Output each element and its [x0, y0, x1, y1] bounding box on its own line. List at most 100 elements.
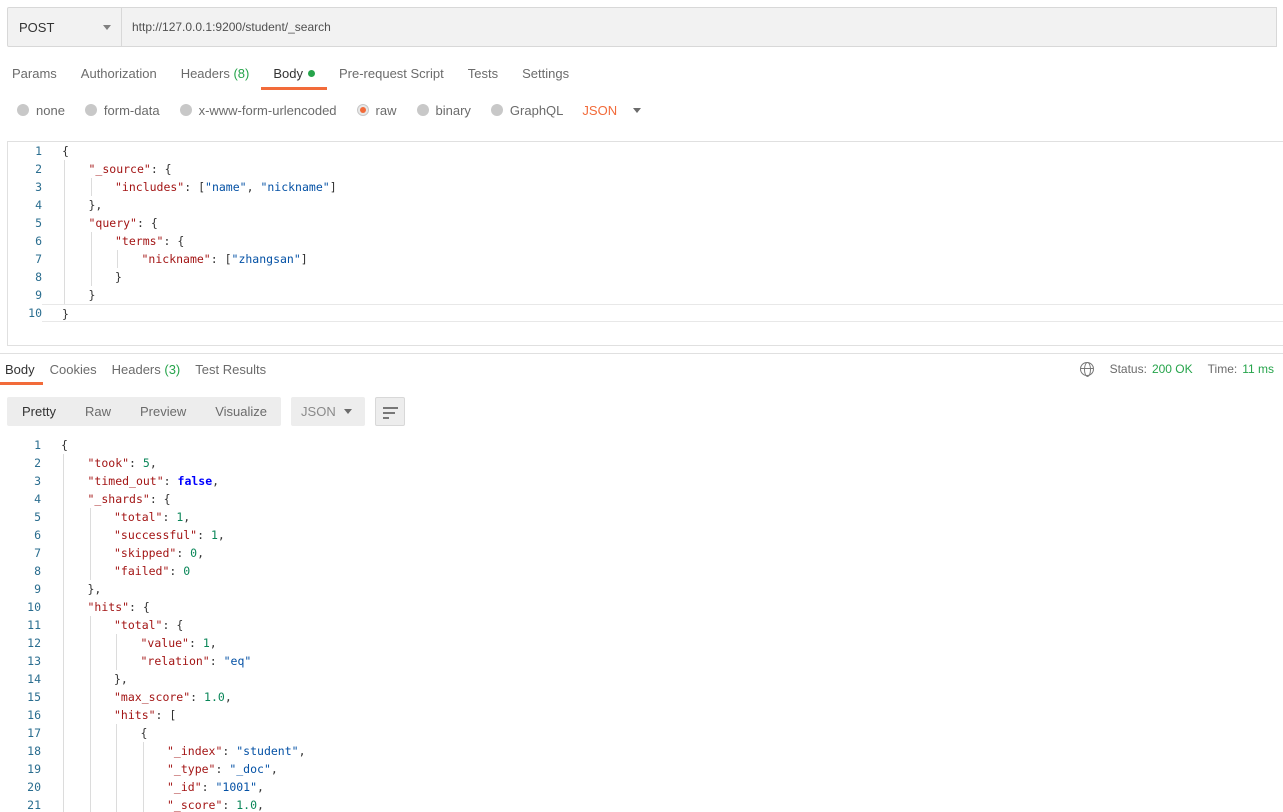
body-indicator-dot-icon: [307, 70, 315, 77]
response-format-select[interactable]: JSON: [291, 397, 366, 426]
code-line: 4 "_shards": {: [7, 490, 1283, 508]
view-preview[interactable]: Preview: [125, 397, 200, 426]
indent-guide: [89, 724, 91, 742]
line-number: 17: [27, 726, 41, 740]
time-value[interactable]: 11 ms: [1242, 362, 1274, 376]
indent-guide: [116, 742, 117, 760]
indent-guide: [63, 706, 64, 724]
radio-raw[interactable]: raw: [356, 103, 397, 118]
code-token: "includes": [115, 180, 185, 194]
line-number: 4: [34, 492, 41, 506]
radio-x-www-form-urlencoded[interactable]: x-www-form-urlencoded: [179, 103, 337, 118]
indent-guide: [63, 508, 64, 526]
tab-test-results[interactable]: Test Results: [190, 357, 274, 385]
radio-none[interactable]: none: [17, 103, 65, 118]
code-token: {: [140, 726, 148, 740]
code-token: 1: [210, 528, 218, 542]
http-method-select[interactable]: POST: [7, 7, 122, 47]
indent-guide: [89, 670, 91, 688]
line-number: 7: [35, 252, 42, 266]
radio-binary[interactable]: binary: [416, 103, 471, 118]
code-token: "max_score": [114, 690, 191, 704]
body-type-radios: none form-data x-www-form-urlencoded raw…: [0, 98, 642, 122]
indent-guide: [89, 526, 91, 544]
code-line: 11 "total": {: [7, 616, 1283, 634]
code-text: "total": 1,: [41, 508, 1283, 526]
indent-guide: [63, 490, 64, 508]
code-token: :: [215, 762, 230, 776]
code-text: "_id": "1001",: [41, 778, 1283, 796]
tab-tests[interactable]: Tests: [456, 60, 510, 90]
code-token: : {: [136, 216, 158, 230]
tab-headers[interactable]: Headers (8): [169, 60, 262, 90]
status-value[interactable]: 200 OK: [1152, 362, 1193, 376]
code-token: ,: [183, 510, 191, 524]
indent-guide: [89, 562, 91, 580]
code-line: 1{: [8, 142, 1283, 160]
chevron-down-icon: [633, 107, 642, 113]
tab-label: Headers: [180, 66, 230, 81]
code-text: },: [41, 670, 1283, 688]
indent-guide: [63, 796, 64, 812]
code-text: "_source": {: [42, 160, 1283, 178]
code-text: "terms": {: [42, 232, 1283, 250]
code-token: "eq": [223, 654, 252, 668]
tab-authorization[interactable]: Authorization: [69, 60, 169, 90]
indent-guide: [116, 724, 117, 742]
indent-guide: [89, 796, 91, 812]
tab-params[interactable]: Params: [0, 60, 69, 90]
indent-guide: [89, 760, 91, 778]
headers-count: (8): [233, 66, 250, 81]
tab-response-headers[interactable]: Headers (3): [107, 357, 189, 385]
code-token: false: [177, 474, 213, 488]
code-text: "max_score": 1.0,: [41, 688, 1283, 706]
pane-divider: [0, 353, 1283, 354]
code-text: "_score": 1.0,: [41, 796, 1283, 812]
wrap-lines-button[interactable]: [375, 397, 406, 426]
indent-guide: [89, 778, 91, 796]
tab-response-body[interactable]: Body: [0, 357, 43, 385]
body-format-select[interactable]: JSON: [582, 103, 642, 118]
code-token: :: [129, 456, 143, 470]
indent-guide: [63, 598, 64, 616]
radio-graphql[interactable]: GraphQL: [490, 103, 563, 118]
tab-cookies[interactable]: Cookies: [45, 357, 105, 385]
code-text: {: [41, 436, 1283, 454]
code-line: 14},: [7, 670, 1283, 688]
indent-guide: [63, 688, 64, 706]
globe-icon[interactable]: [1079, 362, 1094, 377]
code-token: 1: [202, 636, 210, 650]
indent-guide: [63, 652, 64, 670]
tab-settings[interactable]: Settings: [510, 60, 581, 90]
radio-selected-icon: [356, 104, 369, 116]
code-token: "zhangsan": [231, 252, 301, 266]
indent-guide: [116, 778, 117, 796]
code-line: 5 "total": 1,: [7, 508, 1283, 526]
view-pretty[interactable]: Pretty: [7, 397, 70, 426]
code-token: "nickname": [260, 180, 330, 194]
radio-circle-icon: [416, 104, 429, 116]
tab-pre-request-script[interactable]: Pre-request Script: [327, 60, 456, 90]
code-token: "failed": [114, 564, 170, 578]
indent-guide: [89, 634, 91, 652]
code-token: "1001": [215, 780, 258, 794]
view-raw[interactable]: Raw: [70, 397, 125, 426]
code-text: }: [42, 304, 1283, 322]
code-token: ,: [209, 636, 217, 650]
url-input[interactable]: http://127.0.0.1:9200/student/_search: [122, 7, 1277, 47]
tab-body[interactable]: Body: [261, 60, 327, 90]
indent-guide: [64, 178, 65, 196]
radio-form-data[interactable]: form-data: [84, 103, 160, 118]
tab-label: Params: [12, 66, 57, 81]
indent-guide: [89, 706, 91, 724]
indent-guide: [64, 160, 65, 178]
code-token: "_id": [167, 780, 202, 794]
line-number: 11: [27, 618, 41, 632]
code-line: 17 {: [7, 724, 1283, 742]
code-token: 5: [142, 456, 150, 470]
view-visualize[interactable]: Visualize: [200, 397, 281, 426]
response-body-viewer[interactable]: 1{2 "took": 5, 3 "timed_out": false, 4 "_shar…: [7, 436, 1283, 812]
indent-guide: [64, 268, 65, 286]
time-label: Time:: [1207, 362, 1238, 376]
request-body-editor[interactable]: 1{2 "_source": {3 "includes": ["name", "ni…: [7, 141, 1283, 346]
